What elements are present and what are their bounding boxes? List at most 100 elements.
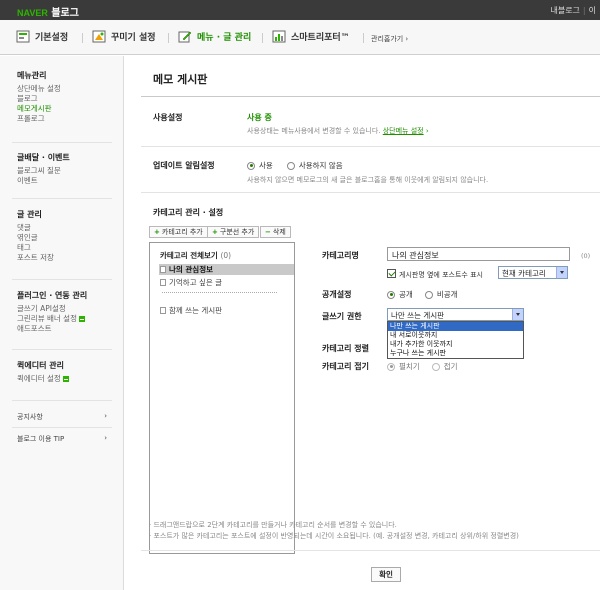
tree-item-label: 나의 관심정보 xyxy=(169,265,214,274)
notify-on-label[interactable]: 사용 xyxy=(259,160,273,171)
sidebar-link-notice[interactable]: 공지사항 › xyxy=(17,412,107,422)
category-fold-options: 펼치기 접기 xyxy=(387,361,458,372)
sidebar-item-top-menu[interactable]: 상단메뉴 설정 xyxy=(17,84,61,94)
sidebar-item-event[interactable]: 이벤트 xyxy=(17,176,70,186)
show-post-count-checkbox[interactable] xyxy=(387,269,396,278)
sidebar-item-comments[interactable]: 댓글 xyxy=(17,223,54,233)
sidebar-heading: 글 관리 xyxy=(17,210,42,219)
confirm-button[interactable]: 확인 xyxy=(371,567,401,582)
document-icon xyxy=(160,266,166,273)
tab-menu-post-management[interactable]: 메뉴 · 글 관리 xyxy=(178,30,251,43)
write-permission-select[interactable]: 나만 쓰는 게시판 xyxy=(387,308,524,321)
tab-smart-reporter[interactable]: 스마트리포터™ xyxy=(272,30,350,43)
category-name-label: 카테고리명 xyxy=(322,251,359,260)
top-link-truncated[interactable]: 이 xyxy=(589,6,596,15)
category-tree-root[interactable]: 카테고리 전체보기 (0) xyxy=(160,250,231,261)
notify-on-radio[interactable] xyxy=(247,161,255,170)
button-label: 삭제 xyxy=(272,228,286,236)
use-setting-label: 사용설정 xyxy=(153,113,183,122)
gear-icon xyxy=(16,30,30,43)
report-icon xyxy=(272,30,286,43)
chevron-right-icon: › xyxy=(104,412,107,420)
add-category-button[interactable]: + 카테고리 추가 xyxy=(149,226,208,238)
sidebar-item-label: 퀵에디터 설정 xyxy=(17,374,61,383)
fold-close-label[interactable]: 접기 xyxy=(444,361,458,372)
notify-description: 사용하지 않으면 메모로그의 새 글은 블로그홈을 통해 이웃에게 알림되지 않… xyxy=(247,176,489,184)
tree-item-remember[interactable]: 기억하고 싶은 글 xyxy=(159,277,294,288)
top-bar: NAVER 블로그 내블로그 | 이 xyxy=(0,0,600,20)
sidebar-item-quick-editor-settings[interactable]: 퀵에디터 설정 xyxy=(17,374,69,384)
divider xyxy=(12,198,112,199)
public-radio[interactable] xyxy=(387,290,395,299)
tree-item-my-interest[interactable]: 나의 관심정보 xyxy=(159,264,294,275)
divider xyxy=(12,279,112,280)
divider xyxy=(141,192,600,193)
divider xyxy=(82,33,83,43)
fold-open-label[interactable]: 펼치기 xyxy=(399,361,420,372)
public-radio-label[interactable]: 공개 xyxy=(399,289,413,300)
my-blog-link[interactable]: 내블로그 xyxy=(550,6,579,15)
sidebar-item-blog[interactable]: 블로그 xyxy=(17,94,61,104)
chevron-down-icon xyxy=(512,309,523,320)
notify-off-radio[interactable] xyxy=(286,161,295,170)
sidebar-item-adpost[interactable]: 애드포스트 xyxy=(17,324,87,334)
sidebar-heading: 메뉴관리 xyxy=(17,71,47,80)
dropdown-option[interactable]: 나만 쓰는 게시판 xyxy=(388,322,523,331)
tree-item-shared-board[interactable]: 함께 쓰는 게시판 xyxy=(159,305,294,316)
update-notify-options: 사용 사용하지 않음 xyxy=(247,160,343,171)
tree-root-count: (0) xyxy=(220,251,232,260)
chevron-down-icon xyxy=(556,267,567,278)
tab-label: 기본설정 xyxy=(35,33,69,43)
sidebar-item-post-save[interactable]: 포스트 저장 xyxy=(17,253,54,263)
sidebar-item-tags[interactable]: 태그 xyxy=(17,243,54,253)
plus-icon: + xyxy=(154,228,160,236)
help-notes: · 드래그앤드랍으로 2단계 카테고리를 만들거나 카테고리 순서를 변경할 수… xyxy=(149,520,519,542)
sidebar-item-blogc-question[interactable]: 블로그씨 질문 xyxy=(17,166,70,176)
write-permission-dropdown[interactable]: 나만 쓰는 게시판 내 서로이웃까지 내가 추가한 이웃까지 누구나 쓰는 게시… xyxy=(387,321,524,359)
fold-open-radio[interactable] xyxy=(387,362,395,371)
sidebar-item-write-api[interactable]: 글쓰기 API설정 xyxy=(17,304,87,314)
sidebar-link-label: 공지사항 xyxy=(17,413,43,421)
divider xyxy=(141,96,600,97)
tree-item-label: 함께 쓰는 게시판 xyxy=(169,306,223,315)
tab-basic-settings[interactable]: 기본설정 xyxy=(16,30,68,43)
add-separator-button[interactable]: + 구분선 추가 xyxy=(207,226,260,238)
category-name-count: (0) xyxy=(581,252,591,260)
help-note: · 포스트가 많은 카테고리는 포스트에 설정이 반영되는데 시간이 소요됩니다… xyxy=(149,532,519,540)
use-description: 사용상태는 메뉴사용에서 변경할 수 있습니다. 상단메뉴 설정 › xyxy=(247,126,429,136)
sidebar-item-prologue[interactable]: 프롤로그 xyxy=(17,114,61,124)
sidebar-item-trackbacks[interactable]: 엮인글 xyxy=(17,233,54,243)
tree-separator[interactable] xyxy=(162,292,277,293)
new-badge-icon xyxy=(78,316,85,322)
tree-item-label: 기억하고 싶은 글 xyxy=(169,278,223,287)
sidebar-group-menu: 메뉴관리 상단메뉴 설정 블로그 메모게시판 프롤로그 xyxy=(17,70,61,124)
naver-blog-logo[interactable]: NAVER 블로그 xyxy=(17,4,79,19)
dropdown-option[interactable]: 누구나 쓰는 게시판 xyxy=(388,349,523,358)
sidebar-item-green-review[interactable]: 그린리뷰 배너 설정 xyxy=(17,314,87,324)
category-tree[interactable]: 카테고리 전체보기 (0) 나의 관심정보 기억하고 싶은 글 함께 쓰는 게시… xyxy=(149,242,295,554)
notify-off-label[interactable]: 사용하지 않음 xyxy=(299,160,343,171)
show-post-count-label[interactable]: 게시판명 옆에 포스트수 표시 xyxy=(399,270,483,280)
chevron-right-icon: › xyxy=(104,434,107,442)
top-menu-settings-link[interactable]: 상단메뉴 설정 xyxy=(383,127,424,135)
dropdown-option[interactable]: 내 서로이웃까지 xyxy=(388,331,523,340)
private-radio[interactable] xyxy=(424,290,433,299)
naver-wordmark: NAVER xyxy=(17,8,48,18)
plus-icon: + xyxy=(212,228,218,236)
select-value: 나만 쓰는 게시판 xyxy=(391,311,445,320)
sidebar-item-memo-board[interactable]: 메모게시판 xyxy=(17,104,61,114)
post-count-scope-select[interactable]: 현재 카테고리 xyxy=(498,266,568,279)
main-content: 메모 게시판 사용설정 사용 중 사용상태는 메뉴사용에서 변경할 수 있습니다… xyxy=(125,56,600,590)
sidebar-link-tips[interactable]: 블로그 이용 TIP › xyxy=(17,434,107,444)
category-name-input[interactable]: 나의 관심정보 xyxy=(387,247,570,261)
dropdown-option[interactable]: 내가 추가한 이웃까지 xyxy=(388,340,523,349)
tab-decoration-settings[interactable]: 꾸미기 설정 xyxy=(92,30,156,43)
description-text: 사용상태는 메뉴사용에서 변경할 수 있습니다. xyxy=(247,127,381,135)
divider xyxy=(141,146,600,147)
sidebar-item-label: 그린리뷰 배너 설정 xyxy=(17,314,77,323)
manage-home-link[interactable]: 관리홈가기 › xyxy=(371,34,408,44)
private-radio-label[interactable]: 비공개 xyxy=(437,289,458,300)
document-icon xyxy=(160,307,166,314)
fold-close-radio[interactable] xyxy=(431,362,440,371)
delete-button[interactable]: − 삭제 xyxy=(260,226,291,238)
